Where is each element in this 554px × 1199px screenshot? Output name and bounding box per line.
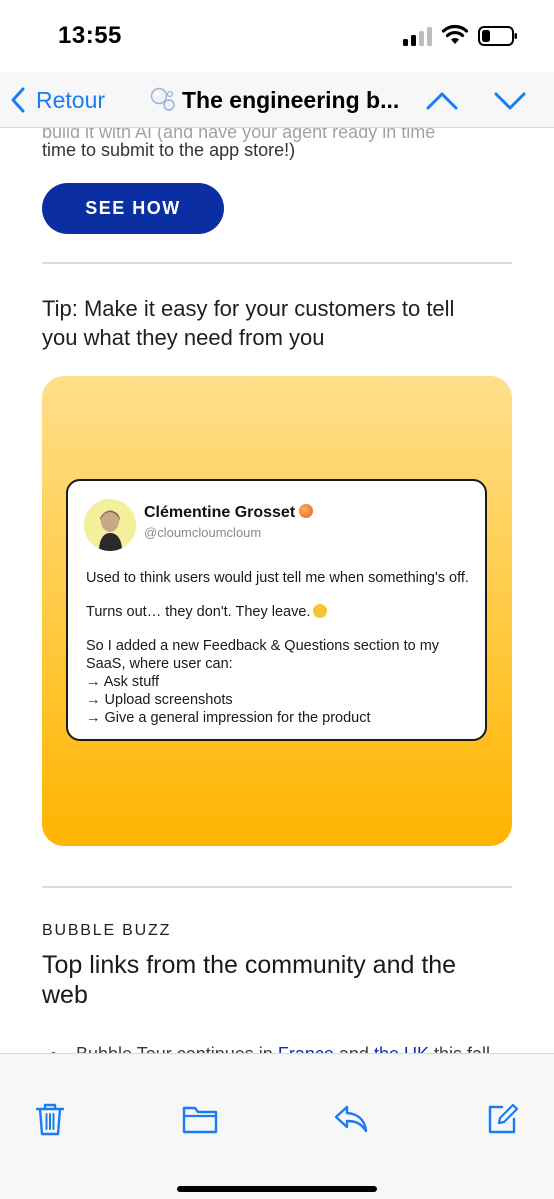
list-item: Bubble Tour continues in France and the …	[51, 1039, 516, 1053]
tweet-line: → Upload screenshots	[86, 692, 233, 708]
tweet-line: → Ask stuff	[86, 674, 160, 690]
email-subject-title: The engineering b...	[182, 86, 400, 113]
tweet-body: Used to think users would just tell me w…	[86, 569, 481, 727]
bullet-text: and	[339, 1044, 369, 1053]
folder-icon[interactable]	[181, 1103, 219, 1135]
see-how-button[interactable]: SEE HOW	[42, 183, 224, 234]
cellular-signal-icon	[403, 27, 432, 46]
tweet-handle: @cloumcloumcloum	[144, 525, 262, 540]
tweet-line-text: Turns out… they don't. They leave.	[86, 604, 311, 620]
status-time: 13:55	[58, 22, 122, 49]
paragraph-text: time to submit to the app store!)	[42, 140, 296, 160]
compose-icon[interactable]	[485, 1102, 519, 1136]
avatar	[84, 499, 136, 551]
tweet-line: So I added a new Feedback & Questions se…	[86, 638, 440, 672]
tweet-line: Turns out… they don't. They leave.	[86, 603, 481, 621]
smile-emoji-icon	[313, 604, 328, 618]
bottom-toolbar	[0, 1053, 554, 1199]
nav-title-wrap: The engineering b...	[148, 82, 410, 118]
avatar-portrait-icon	[84, 499, 136, 551]
battery-icon	[478, 26, 517, 46]
next-message-chevron-down-icon[interactable]	[490, 84, 530, 116]
tweet-image-card[interactable]: Clémentine Grosset @cloumcloumcloum Used…	[42, 376, 512, 846]
peach-emoji-icon	[299, 504, 314, 518]
section-label: BUBBLE BUZZ	[42, 922, 172, 939]
status-bar: 13:55	[0, 0, 554, 72]
divider	[42, 886, 512, 888]
chevron-left-icon	[11, 87, 25, 113]
home-indicator	[177, 1186, 377, 1192]
reply-icon[interactable]	[333, 1104, 369, 1134]
tip-heading: Tip: Make it easy for your customers to …	[42, 296, 455, 350]
email-body[interactable]: build it with AI (and have your agent re…	[0, 128, 554, 1053]
uk-link[interactable]: the UK	[374, 1044, 429, 1053]
trash-icon[interactable]	[33, 348, 67, 382]
bullet-text: Bubble Tour continues in	[76, 1044, 273, 1053]
wifi-icon	[441, 24, 469, 44]
trash-icon[interactable]	[33, 1101, 67, 1137]
tweet-line: → Give a general impression for the prod…	[86, 710, 371, 726]
divider	[42, 262, 512, 264]
france-link[interactable]: France	[278, 1044, 334, 1053]
previous-message-chevron-up-icon[interactable]	[422, 84, 462, 116]
back-button[interactable]: Retour	[10, 82, 105, 118]
tweet-line: Used to think users would just tell me w…	[86, 570, 469, 586]
bubble-logo-icon	[150, 87, 175, 111]
tweet-author-name-text: Clémentine Grosset	[144, 504, 296, 521]
nav-bar: Retour The engineering b...	[0, 72, 554, 128]
tweet-card: Clémentine Grosset @cloumcloumcloum Used…	[66, 479, 487, 741]
back-label: Retour	[36, 86, 106, 113]
section-title: Top links from the community and the web	[42, 951, 457, 1009]
tweet-author-name: Clémentine Grosset	[144, 504, 314, 522]
